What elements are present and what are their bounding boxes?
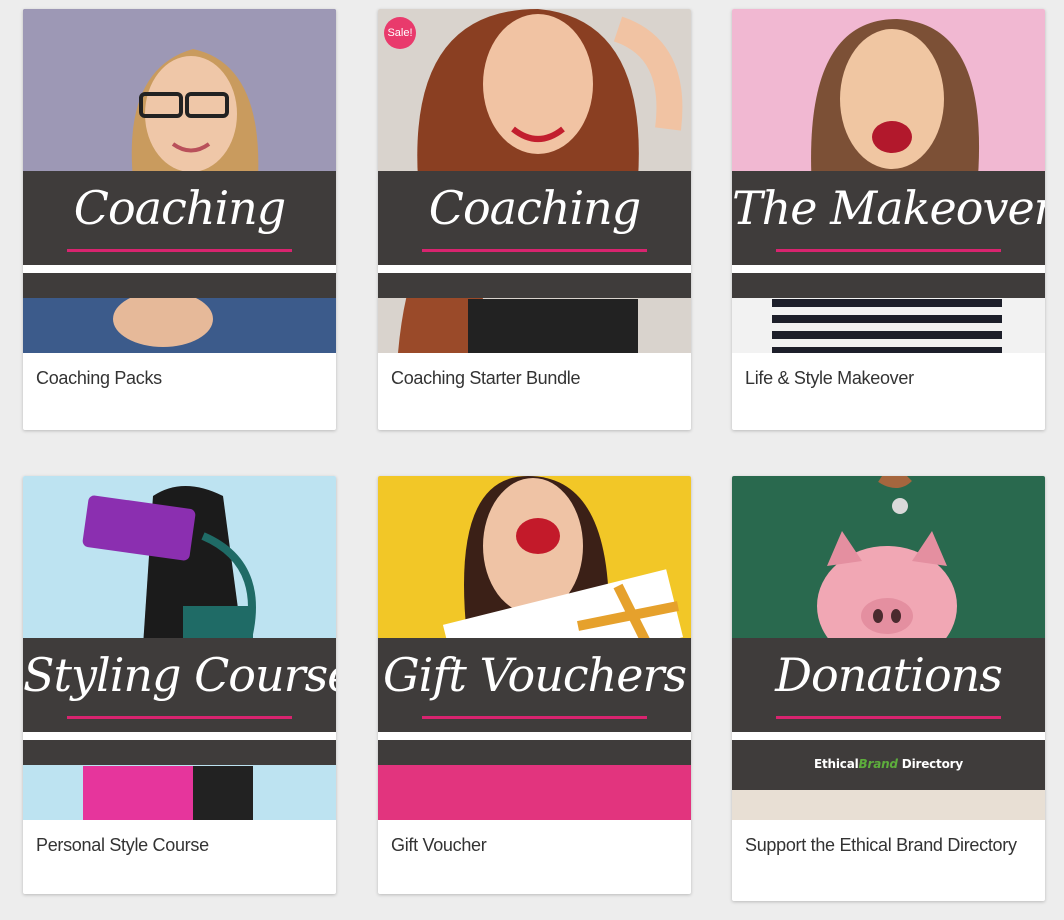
banner-underline — [67, 249, 292, 252]
product-card-life-style-makeover[interactable]: The Makeover Life & Style Makeover — [732, 9, 1045, 430]
title-banner: Coaching — [378, 171, 691, 265]
banner-strip — [732, 273, 1045, 298]
banner-underline — [67, 716, 292, 719]
product-card-coaching-packs[interactable]: Coaching Coaching Packs — [23, 9, 336, 430]
logo-text-directory: Directory — [897, 757, 963, 771]
logo-text-brand: Brand — [858, 757, 898, 771]
product-name[interactable]: Life & Style Makeover — [745, 367, 1030, 389]
banner-gap — [23, 265, 336, 273]
sale-badge: Sale! — [384, 17, 416, 49]
product-name[interactable]: Support the Ethical Brand Directory — [745, 834, 1030, 856]
ethical-brand-directory-logo: EthicalBrand Directory — [732, 752, 1045, 777]
title-banner: Donations — [732, 638, 1045, 732]
banner-title: Donations — [775, 648, 1003, 702]
product-image[interactable]: Gift Vouchers — [378, 476, 691, 820]
banner-underline — [422, 716, 647, 719]
product-name[interactable]: Coaching Packs — [36, 367, 321, 389]
banner-title: Coaching — [428, 181, 642, 235]
product-card-personal-style-course[interactable]: Styling Course Personal Style Course — [23, 476, 336, 894]
banner-underline — [422, 249, 647, 252]
product-image[interactable]: Coaching — [23, 9, 336, 353]
product-name[interactable]: Gift Voucher — [391, 834, 676, 856]
banner-gap — [732, 265, 1045, 273]
banner-strip — [378, 273, 691, 298]
product-name[interactable]: Personal Style Course — [36, 834, 321, 856]
product-grid: Coaching Coaching Packs Sale! Coaching C… — [0, 0, 1064, 920]
title-banner: The Makeover — [732, 171, 1045, 265]
product-card-ethical-brand-directory[interactable]: Donations EthicalBrand Directory Support… — [732, 476, 1045, 901]
title-banner: Styling Course — [23, 638, 336, 732]
banner-strip — [378, 740, 691, 765]
banner-title: The Makeover — [732, 181, 1045, 235]
banner-title: Styling Course — [23, 648, 336, 702]
banner-title: Gift Vouchers — [382, 648, 687, 702]
product-image[interactable]: Donations EthicalBrand Directory — [732, 476, 1045, 820]
banner-title: Coaching — [73, 181, 287, 235]
product-card-coaching-starter-bundle[interactable]: Sale! Coaching Coaching Starter Bundle — [378, 9, 691, 430]
banner-underline — [776, 249, 1001, 252]
product-image[interactable]: Sale! Coaching — [378, 9, 691, 353]
product-image[interactable]: The Makeover — [732, 9, 1045, 353]
title-banner: Coaching — [23, 171, 336, 265]
banner-gap — [378, 732, 691, 740]
product-name[interactable]: Coaching Starter Bundle — [391, 367, 676, 389]
banner-strip — [23, 273, 336, 298]
banner-strip — [23, 740, 336, 765]
product-image[interactable]: Styling Course — [23, 476, 336, 820]
banner-underline — [776, 716, 1001, 719]
logo-text-ethical: Ethical — [814, 757, 859, 771]
banner-gap — [23, 732, 336, 740]
product-card-gift-voucher[interactable]: Gift Vouchers Gift Voucher — [378, 476, 691, 894]
banner-gap — [378, 265, 691, 273]
title-banner: Gift Vouchers — [378, 638, 691, 732]
banner-gap — [732, 732, 1045, 740]
